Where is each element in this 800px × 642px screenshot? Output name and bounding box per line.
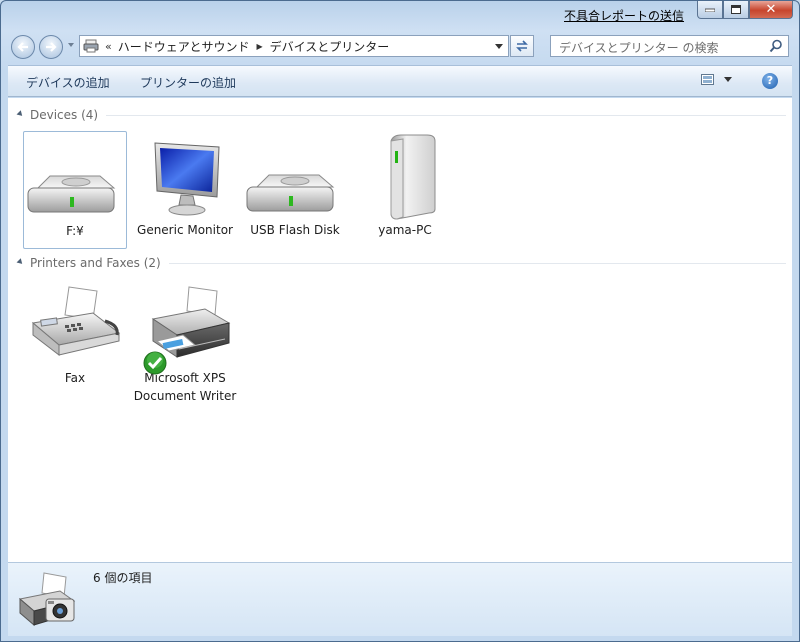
address-bar[interactable]: « ハードウェアとサウンド ▶ デバイスとプリンター [79, 35, 509, 57]
group-header-devices[interactable]: Devices (4) [16, 107, 786, 123]
device-item-yama-pc[interactable]: yama-PC [353, 131, 457, 239]
monitor-icon [154, 142, 220, 216]
printer-item-microsoft-xps-document-writer[interactable]: Microsoft XPS Document Writer [133, 279, 237, 405]
send-feedback-link[interactable]: 不具合レポートの送信 [564, 7, 684, 24]
item-count: 6 個の項目 [93, 571, 153, 585]
minimize-button[interactable] [697, 1, 723, 19]
details-pane: 6 個の項目 [8, 562, 792, 636]
breadcrumb-separator-icon[interactable]: ▶ [257, 42, 263, 51]
close-button[interactable]: ✕ [749, 1, 793, 19]
forward-button[interactable] [39, 35, 63, 59]
device-item-f-drive[interactable]: F:¥ [23, 131, 127, 249]
maximize-icon [731, 5, 741, 14]
devices-printers-icon [18, 572, 76, 627]
search-icon[interactable] [769, 39, 783, 53]
search-box[interactable]: デバイスとプリンター の検索 [550, 35, 789, 57]
computer-tower-icon [390, 134, 436, 220]
default-printer-check-icon [143, 351, 167, 375]
minimize-icon [705, 8, 715, 12]
group-divider [168, 262, 786, 264]
back-button[interactable] [11, 35, 35, 59]
collapse-arrow-icon[interactable] [16, 257, 25, 266]
printer-item-fax[interactable]: Fax [23, 279, 127, 387]
view-icon [701, 74, 714, 85]
devices-printers-icon [83, 39, 99, 53]
group-header-printers[interactable]: Printers and Faxes (2) [16, 255, 786, 271]
breadcrumb-devices-printers[interactable]: デバイスとプリンター [270, 38, 390, 55]
address-history-dropdown[interactable] [495, 44, 503, 49]
device-item-usb-flash-disk[interactable]: USB Flash Disk [243, 131, 347, 239]
refresh-icon [516, 40, 528, 52]
close-icon: ✕ [765, 2, 777, 17]
recent-pages-dropdown[interactable] [68, 43, 74, 47]
caption-buttons: ✕ [697, 1, 793, 19]
collapse-arrow-icon[interactable] [16, 109, 25, 118]
group-label-printers: Printers and Faxes (2) [30, 256, 161, 270]
device-label: Generic Monitor [137, 223, 233, 237]
explorer-window: 不具合レポートの送信 ✕ « ハードウェアとサウンド ▶ デバイスとプリンター [0, 0, 800, 642]
group-label-devices: Devices (4) [30, 108, 99, 122]
view-dropdown-icon[interactable] [724, 77, 732, 82]
device-label: F:¥ [66, 224, 84, 238]
change-view-button[interactable] [701, 74, 732, 85]
device-label: USB Flash Disk [250, 223, 340, 237]
drive-icon [246, 174, 335, 212]
add-device-button[interactable]: デバイスの追加 [26, 74, 110, 91]
drive-icon [27, 175, 116, 213]
help-button[interactable]: ? [762, 73, 778, 89]
fax-icon [31, 286, 121, 357]
device-item-generic-monitor[interactable]: Generic Monitor [133, 131, 237, 239]
refresh-button[interactable] [510, 35, 534, 57]
group-divider [106, 114, 786, 116]
help-icon: ? [766, 74, 774, 87]
maximize-button[interactable] [723, 1, 749, 19]
command-bar: デバイスの追加 プリンターの追加 ? [8, 65, 792, 97]
printer-label: Fax [64, 371, 86, 385]
device-label: yama-PC [378, 223, 432, 237]
breadcrumb-overflow[interactable]: « [105, 40, 112, 53]
items-view: Devices (4) F:¥ Generic Monitor USB Flas… [8, 98, 792, 562]
add-printer-button[interactable]: プリンターの追加 [140, 74, 236, 91]
forward-arrow-icon [46, 42, 57, 52]
back-arrow-icon [17, 42, 28, 52]
breadcrumb-hardware-sound[interactable]: ハードウェアとサウンド [118, 38, 250, 55]
search-placeholder: デバイスとプリンター の検索 [559, 41, 719, 55]
